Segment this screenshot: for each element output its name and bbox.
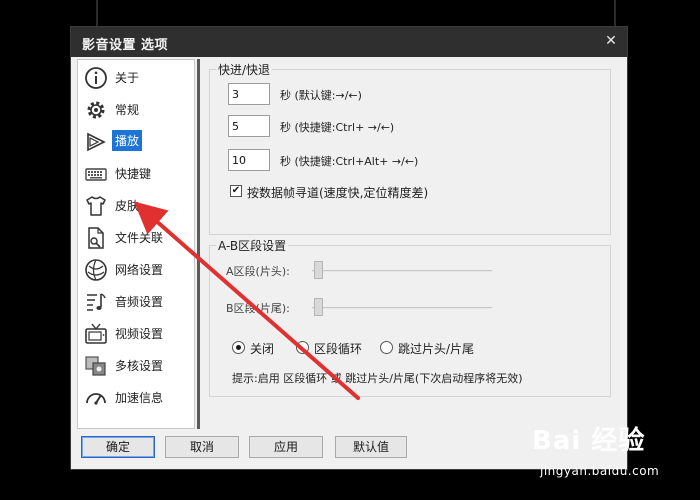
sidebar-item-hotkeys[interactable]: 快捷键	[78, 158, 194, 188]
sidebar-item-label: 文件关联	[115, 231, 164, 245]
play-icon	[87, 132, 106, 152]
multicore-icon	[85, 356, 106, 376]
watermark-brand: Bai 经验	[532, 426, 646, 456]
b-section-label: B区段(片尾):	[226, 302, 290, 315]
sidebar-divider	[197, 59, 200, 429]
sidebar-item-playback[interactable]: 播放	[78, 126, 194, 156]
radio-section-loop[interactable]	[296, 341, 309, 354]
info-icon	[85, 67, 107, 89]
keyboard-icon	[85, 168, 107, 181]
radio-section-loop-label: 区段循环	[314, 342, 363, 356]
gear-icon	[87, 101, 105, 119]
sidebar-item-multicore[interactable]: 多核设置	[78, 350, 194, 380]
sidebar-item-label: 多核设置	[115, 359, 164, 373]
seek-group: 快进/快退 秒 (默认键:→/←) 秒 (快捷键:Ctrl+ →/←) 秒 (快…	[209, 61, 611, 235]
sidebar-item-label: 常规	[115, 103, 140, 117]
seek-ctrl-alt-hint: 秒 (快捷键:Ctrl+Alt+ →/←)	[280, 155, 419, 168]
settings-sidebar: 关于 常规 播放 快捷键 皮肤 文件关联 网络设置 音频设置 视频设置 多核设置…	[77, 59, 195, 429]
watermark-url: jingyan.baidu.com	[540, 464, 660, 478]
ab-group-title: A-B区段设置	[216, 237, 289, 254]
apply-button[interactable]: 应用	[249, 436, 323, 458]
b-section-slider-track[interactable]	[312, 307, 492, 309]
background-divider-line	[614, 0, 616, 26]
title-bar[interactable]: 影音设置 选项 ✕	[71, 27, 627, 57]
sidebar-item-about[interactable]: 关于	[78, 62, 194, 92]
close-icon[interactable]: ✕	[601, 31, 621, 51]
sidebar-item-network[interactable]: 网络设置	[78, 254, 194, 284]
ok-button[interactable]: 确定	[81, 436, 155, 458]
sidebar-item-label: 播放	[112, 130, 143, 151]
ab-section-group: A-B区段设置 A区段(片头): B区段(片尾): 关闭 区段循环 跳过片头/片…	[209, 237, 611, 397]
speedometer-icon	[86, 393, 106, 405]
window-title: 影音设置 选项	[82, 38, 169, 53]
sidebar-item-label: 皮肤	[115, 199, 140, 213]
sidebar-item-label: 网络设置	[115, 263, 164, 277]
default-button[interactable]: 默认值	[335, 436, 407, 458]
sidebar-item-file-association[interactable]: 文件关联	[78, 222, 194, 252]
radio-off-label: 关闭	[250, 342, 275, 356]
ab-tip-text: 提示:启用 区段循环 或 跳过片头/片尾(下次启动程序将无效)	[232, 372, 523, 385]
network-icon	[85, 259, 107, 281]
shirt-icon	[86, 196, 106, 216]
tv-icon	[85, 323, 107, 344]
keyframe-seek-checkbox[interactable]: ✔	[230, 185, 242, 197]
sidebar-item-general[interactable]: 常规	[78, 94, 194, 124]
settings-dialog: 影音设置 选项 ✕ 关于 常规 播放 快捷键 皮肤 文件关联 网络设置 音频设置…	[70, 26, 628, 470]
seek-seconds-default-input[interactable]	[228, 83, 270, 105]
playback-settings-panel: 快进/快退 秒 (默认键:→/←) 秒 (快捷键:Ctrl+ →/←) 秒 (快…	[201, 59, 625, 429]
b-section-slider-thumb[interactable]	[314, 298, 323, 316]
sidebar-item-label: 快捷键	[115, 167, 152, 181]
audio-icon	[87, 293, 106, 311]
sidebar-item-label: 关于	[115, 71, 140, 85]
sidebar-item-audio[interactable]: 音频设置	[78, 286, 194, 316]
seek-seconds-ctrl-input[interactable]	[228, 115, 270, 137]
radio-skip-intro-outro-label: 跳过片头/片尾	[398, 342, 475, 356]
sidebar-item-acceleration[interactable]: 加速信息	[78, 382, 194, 412]
keyframe-seek-label: 按数据帧寻道(速度快,定位精度差)	[247, 186, 429, 200]
seek-default-hint: 秒 (默认键:→/←)	[280, 89, 362, 102]
radio-off[interactable]	[232, 341, 245, 354]
sidebar-item-label: 视频设置	[115, 327, 164, 341]
sidebar-item-video[interactable]: 视频设置	[78, 318, 194, 348]
a-section-slider-track[interactable]	[312, 270, 492, 272]
a-section-label: A区段(片头):	[226, 265, 290, 278]
sidebar-item-label: 加速信息	[115, 391, 164, 405]
seek-seconds-ctrl-alt-input[interactable]	[228, 149, 270, 171]
seek-ctrl-hint: 秒 (快捷键:Ctrl+ →/←)	[280, 121, 395, 134]
cancel-button[interactable]: 取消	[165, 436, 239, 458]
file-link-icon	[88, 227, 104, 249]
sidebar-item-skin[interactable]: 皮肤	[78, 190, 194, 220]
a-section-slider-thumb[interactable]	[314, 261, 323, 279]
baidu-jingyan-watermark: Bai 经验 jingyan.baidu.com	[532, 420, 692, 490]
radio-skip-intro-outro[interactable]	[380, 341, 393, 354]
seek-group-title: 快进/快退	[216, 61, 273, 78]
background-divider-line	[96, 0, 98, 26]
sidebar-item-label: 音频设置	[115, 295, 164, 309]
